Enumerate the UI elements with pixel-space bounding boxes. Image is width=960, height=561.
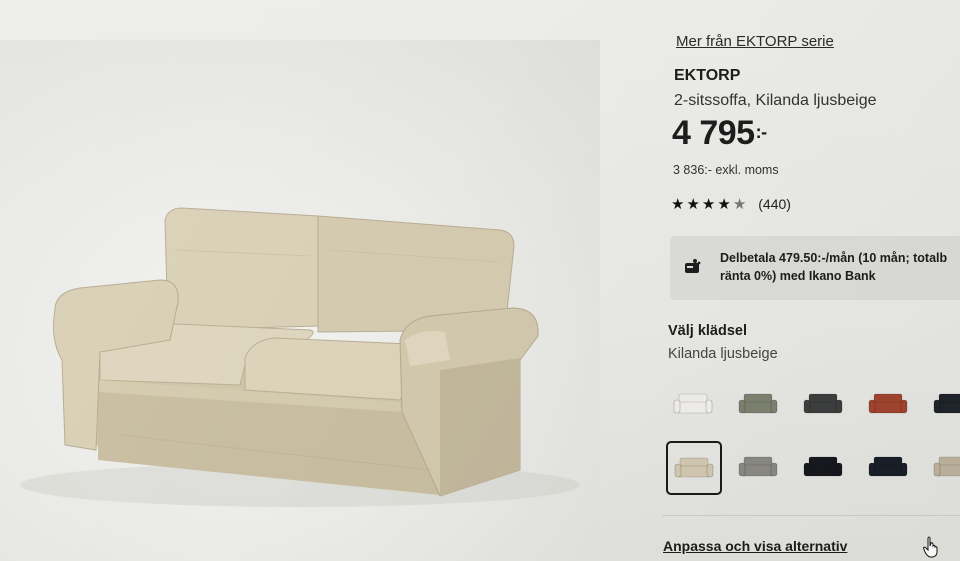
financing-line-1: Delbetala 479.50:-/mån (10 mån; totalb [720,251,948,265]
payment-icon [685,259,701,273]
rating[interactable]: ★ ★ ★ ★ ★ (440) [671,196,791,212]
upholstery-swatch[interactable] [796,441,850,493]
browser-page: Mer från EKTORP serie EKTORP 2-sitssoffa… [0,0,960,561]
sofa-illustration [20,207,580,507]
price-suffix: :- [755,122,768,142]
upholstery-swatch[interactable] [666,378,720,430]
price-excl-vat: 3 836:- exkl. moms [673,163,779,177]
sofa-thumbnail-icon [868,393,908,414]
star-icon: ★ [686,195,700,213]
upholstery-swatch-selected[interactable] [666,441,722,495]
sofa-thumbnail-icon [738,393,778,414]
upholstery-swatch[interactable] [731,378,785,430]
upholstery-heading: Välj klädsel [668,323,747,339]
star-icon: ★ [717,195,731,213]
star-icon: ★ [701,195,716,213]
upholstery-swatch[interactable] [861,378,915,430]
sofa-thumbnail-icon [868,456,908,477]
divider [662,515,960,516]
product-description: 2-sitssoffa, Kilanda ljusbeige [674,92,877,109]
upholstery-swatch[interactable] [861,441,915,493]
upholstery-selected: Kilanda ljusbeige [668,346,778,362]
star-icon: ★ [671,195,685,213]
upholstery-swatch[interactable] [926,378,960,430]
price: 4 795:- [672,114,767,153]
hand-cursor-icon [922,536,938,558]
sofa-thumbnail-icon [803,393,843,414]
upholstery-swatch[interactable] [731,441,785,493]
sofa-thumbnail-icon [933,456,960,477]
financing-text: Delbetala 479.50:-/mån (10 mån; totalb r… [720,249,947,285]
review-count: (440) [758,196,791,212]
series-link[interactable]: Mer från EKTORP serie [676,33,834,50]
product-name: EKTORP [674,67,741,84]
sofa-thumbnail-icon [674,457,714,478]
financing-banner[interactable]: Delbetala 479.50:-/mån (10 mån; totalb r… [670,236,960,300]
sofa-thumbnail-icon [738,456,778,477]
upholstery-swatch[interactable] [796,378,850,430]
upholstery-swatch[interactable] [926,441,960,493]
financing-line-2: ränta 0%) med Ikano Bank [720,269,876,283]
price-value: 4 795 [672,114,755,152]
half-star-icon: ★ [732,195,747,213]
customize-link[interactable]: Anpassa och visa alternativ [663,538,847,554]
sofa-thumbnail-icon [673,393,713,414]
sofa-thumbnail-icon [803,456,843,477]
sofa-thumbnail-icon [933,393,960,414]
product-image[interactable] [0,40,600,561]
product-info-panel: Mer från EKTORP serie EKTORP 2-sitssoffa… [662,0,960,561]
